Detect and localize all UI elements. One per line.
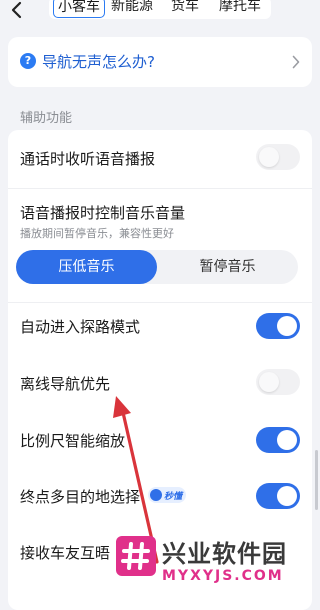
watermark-title: 兴业软件园 [162,540,287,568]
chevron-right-icon [292,55,300,69]
offline-first-toggle[interactable] [256,369,300,395]
tab-truck[interactable]: 货车 [171,0,199,16]
toggle-knob [277,430,297,450]
toggle-knob [277,486,297,506]
auto-explore-toggle[interactable] [256,313,300,339]
scrollbar[interactable] [315,450,318,510]
music-control-label: 语音播报时控制音乐音量 [20,204,186,222]
toggle-knob [277,316,297,336]
multi-dest-label: 终点多目的地选择 [20,488,141,506]
question-icon: ? [20,53,36,69]
top-bar: 小客车 新能源 货车 摩托车 [0,0,320,22]
scale-zoom-label: 比例尺智能缩放 [20,432,126,450]
hash-logo-icon [116,536,156,576]
multi-dest-toggle[interactable] [256,483,300,509]
back-arrow-icon[interactable] [9,1,25,19]
offline-first-label: 离线导航优先 [20,375,111,393]
toggle-knob [259,147,279,167]
help-link[interactable]: 导航无声怎么办? [42,51,155,72]
tab-new-energy[interactable]: 新能源 [111,0,153,16]
scale-zoom-toggle[interactable] [256,427,300,453]
divider [8,188,312,189]
option-pause-music[interactable]: 暂停音乐 [157,250,298,284]
tab-car[interactable]: 小客车 [53,0,105,18]
tab-motorcycle[interactable]: 摩托车 [219,0,261,16]
call-voice-toggle[interactable] [256,144,300,170]
vehicle-type-tabs: 小客车 新能源 货车 摩托车 [49,0,271,19]
music-mode-segmented: 压低音乐 暂停音乐 [16,250,298,284]
quick-tip-badge[interactable]: 秒懂 [148,487,187,503]
watermark: 兴业软件园 MYXYJS.COM [112,530,320,597]
watermark-url: MYXYJS.COM [162,568,284,584]
section-title: 辅助功能 [20,111,73,126]
friend-interact-label: 接收车友互晤 [20,544,111,562]
option-lower-music[interactable]: 压低音乐 [16,250,157,284]
music-control-sub: 播放期间暂停音乐，兼容性更好 [20,227,174,240]
toggle-knob [259,372,279,392]
divider [8,302,312,303]
badge-label: 秒懂 [164,491,183,502]
help-card[interactable]: ? 导航无声怎么办? [8,37,312,87]
call-voice-label: 通话时收听语音播报 [20,150,156,168]
auto-explore-label: 自动进入探路模式 [20,318,141,336]
play-icon [150,489,162,501]
